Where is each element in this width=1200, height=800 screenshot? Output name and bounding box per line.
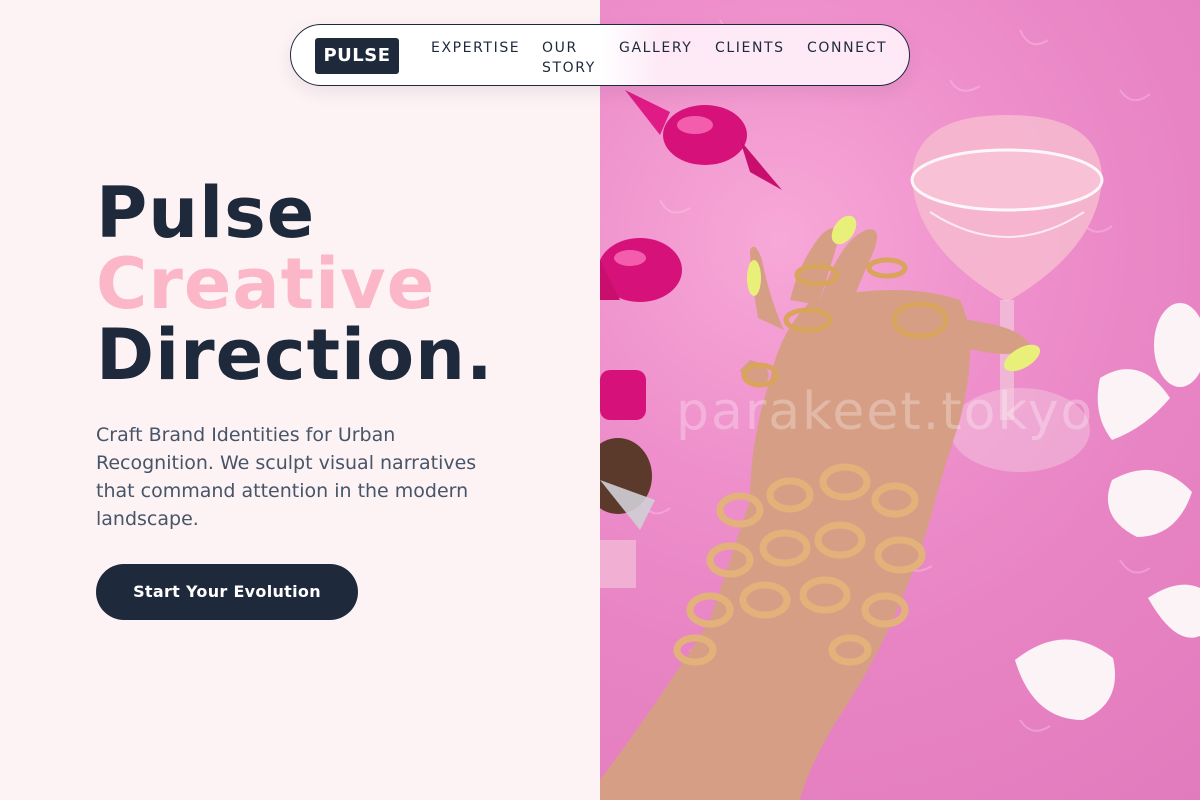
watermark: parakeet.tokyo — [676, 382, 1095, 442]
hero-title-line-1: Pulse — [96, 172, 316, 254]
petal-icon — [1015, 303, 1200, 720]
nav-item-our-story[interactable]: OUR STORY — [542, 38, 612, 78]
hero-title-line-3: Direction. — [96, 314, 494, 396]
nav-item-expertise[interactable]: EXPERTISE — [431, 38, 520, 58]
left-panel — [0, 0, 600, 800]
nav-item-gallery[interactable]: GALLERY — [619, 38, 692, 58]
hero-description: Craft Brand Identities for Urban Recogni… — [96, 424, 477, 530]
top-navbar: PULSE EXPERTISE OUR STORY GALLERY CLIENT… — [290, 24, 910, 86]
candy-icon — [600, 370, 655, 588]
hand-icon — [600, 228, 1030, 800]
hero-image: parakeet.tokyo — [600, 0, 1200, 800]
logo[interactable]: PULSE — [315, 38, 399, 74]
candy-icon — [625, 90, 782, 190]
candy-icon — [600, 238, 682, 302]
nav-item-clients[interactable]: CLIENTS — [715, 38, 785, 58]
nav-item-connect[interactable]: CONNECT — [807, 38, 887, 58]
start-evolution-button[interactable]: Start Your Evolution — [96, 564, 358, 620]
hero-title-line-2: Creative — [96, 243, 436, 325]
hero-title: Pulse Creative Direction. — [96, 178, 494, 391]
